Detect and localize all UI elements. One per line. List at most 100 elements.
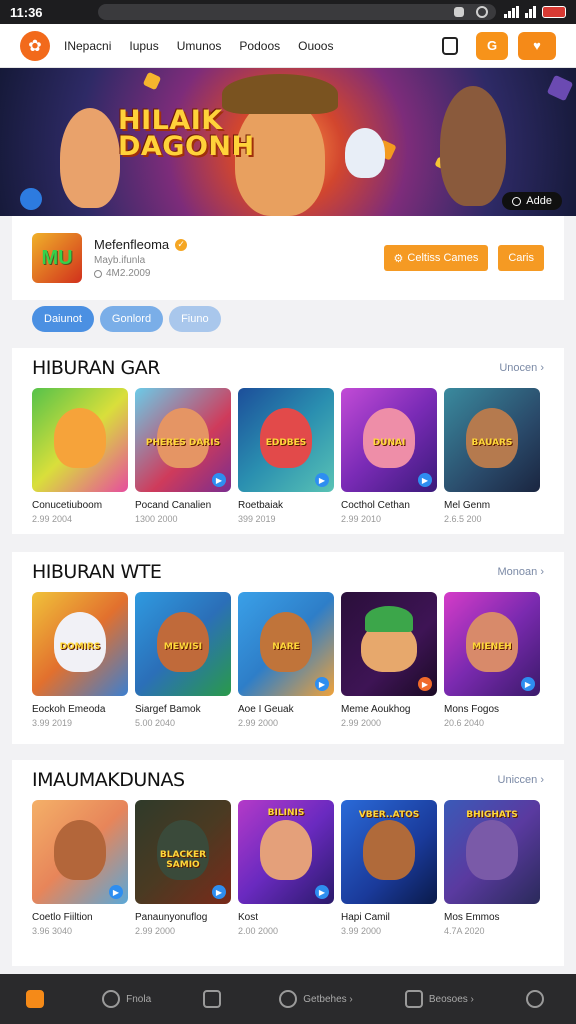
hero-badge-label: Adde xyxy=(526,195,552,207)
follow-games-button[interactable]: ⚙ Celtiss Cames xyxy=(383,245,489,271)
section-more-link[interactable]: Monoan › xyxy=(498,566,544,578)
game-title: Eockoh Emeoda xyxy=(32,704,106,715)
publisher-info: Mefenfleoma ✓ Mayb.ifunla 4M2.2009 xyxy=(94,237,374,279)
game-card[interactable]: DUNAI ▶ Cocthol Cethan 2.99 2010 xyxy=(341,388,437,524)
game-title: Coetlo Fiiltion xyxy=(32,912,93,923)
game-thumbnail xyxy=(32,388,128,492)
game-thumbnail: BILINIS ▶ xyxy=(238,800,334,904)
bottom-navigation: Fnola Getbehes › Beosoes › xyxy=(0,974,576,1024)
status-bar: 11:36 xyxy=(0,0,576,24)
game-thumbnail: DOMIRS xyxy=(32,592,128,696)
game-card-row: DOMIRS Eockoh Emeoda 3.99 2019 MEWISI Si… xyxy=(32,592,544,728)
game-card[interactable]: BAUARS Mel Genm 2.6.5 200 xyxy=(444,388,540,524)
app-logo[interactable]: ✿ xyxy=(20,30,50,61)
publisher-logo[interactable]: MU xyxy=(32,233,82,283)
nav-link-5[interactable]: Ouoos xyxy=(298,39,333,53)
wifi-icon xyxy=(525,6,536,18)
section-more-link[interactable]: Unocen › xyxy=(499,362,544,374)
thumbnail-caption: DOMIRS xyxy=(59,642,101,652)
nav-explore[interactable]: Getbehes › xyxy=(279,990,353,1008)
game-card[interactable]: NARE ▶ Aoe I Geuak 2.99 2000 xyxy=(238,592,334,728)
section-header: IMAUMAKDUNAS Uniccen › xyxy=(32,760,544,800)
nav-home[interactable] xyxy=(26,990,50,1008)
signal-icon xyxy=(504,6,519,18)
game-title: Conucetiuboom xyxy=(32,500,103,511)
game-card[interactable]: ▶ Coetlo Fiiltion 3.96 3040 xyxy=(32,800,128,936)
game-title: Mos Emmos xyxy=(444,912,500,923)
nav-link-2[interactable]: Iupus xyxy=(129,39,158,53)
thumbnail-caption: DUNAI xyxy=(372,438,406,448)
flower-icon: ✿ xyxy=(28,37,42,55)
publisher-subtitle: Mayb.ifunla xyxy=(94,255,146,266)
play-badge-icon: ▶ xyxy=(418,473,432,487)
mascot-figure xyxy=(260,820,312,880)
mascot-figure xyxy=(54,820,106,880)
game-title: Siargef Bamok xyxy=(135,704,201,715)
game-title: Kost xyxy=(238,912,259,923)
nav-profile[interactable] xyxy=(525,990,550,1008)
game-meta: 3.96 3040 xyxy=(32,926,73,936)
thumbnail-caption: PHERES DARIS xyxy=(145,438,221,448)
game-meta: 1300 2000 xyxy=(135,514,178,524)
game-section: IMAUMAKDUNAS Uniccen › ▶ Coetlo Fiiltion… xyxy=(12,760,564,966)
hero-badge[interactable]: Adde xyxy=(502,192,562,210)
game-title: Pocand Canalien xyxy=(135,500,212,511)
game-thumbnail: MIENEH ▶ xyxy=(444,592,540,696)
publisher-name: Mefenfleoma xyxy=(94,237,170,252)
nav-link-1[interactable]: INepacni xyxy=(64,39,111,53)
nav-explore-label: Getbehes › xyxy=(303,993,353,1005)
play-badge-icon: ▶ xyxy=(418,677,432,691)
game-card[interactable]: PHERES DARIS ▶ Pocand Canalien 1300 2000 xyxy=(135,388,231,524)
game-card[interactable]: BHIGHATS Mos Emmos 4.7A 2020 xyxy=(444,800,540,936)
game-card[interactable]: VBER..ATOS Hapi Camil 3.99 2000 xyxy=(341,800,437,936)
nav-link-3[interactable]: Umunos xyxy=(177,39,222,53)
game-card[interactable]: EDDBES ▶ Roetbaiak 399 2019 xyxy=(238,388,334,524)
tab-1[interactable]: Daiunot xyxy=(32,306,94,332)
game-card[interactable]: Conucetiuboom 2.99 2004 xyxy=(32,388,128,524)
game-card[interactable]: MIENEH ▶ Mons Fogos 20.6 2040 xyxy=(444,592,540,728)
mascot-hat xyxy=(365,606,413,632)
nav-search[interactable]: Fnola xyxy=(102,990,151,1008)
game-card[interactable]: BLACKER SAMIO ▶ Panaunyonuflog 2.99 2000 xyxy=(135,800,231,936)
nav-library[interactable]: Beosoes › xyxy=(404,990,474,1008)
reload-icon[interactable] xyxy=(476,6,488,18)
mascot-figure xyxy=(54,408,106,468)
game-meta: 2.00 2000 xyxy=(238,926,279,936)
hero-title: HILAIK DAGONH xyxy=(118,107,255,160)
hero-banner[interactable]: HILAIK DAGONH Adde xyxy=(0,68,576,216)
mascot-figure xyxy=(466,820,518,880)
nav-link-4[interactable]: Podoos xyxy=(239,39,280,53)
publisher-card: MU Mefenfleoma ✓ Mayb.ifunla 4M2.2009 ⚙ … xyxy=(12,216,564,300)
sparkle-shape xyxy=(546,74,574,102)
user-button[interactable]: G xyxy=(476,31,508,60)
search-icon xyxy=(102,990,121,1008)
bag-icon[interactable] xyxy=(442,36,458,55)
game-card[interactable]: DOMIRS Eockoh Emeoda 3.99 2019 xyxy=(32,592,128,728)
game-card[interactable]: BILINIS ▶ Kost 2.00 2000 xyxy=(238,800,334,936)
clock-icon xyxy=(94,269,102,278)
section-more-link[interactable]: Uniccen › xyxy=(498,774,544,786)
favorites-button[interactable]: ♥ xyxy=(518,31,556,60)
sparkle-shape xyxy=(16,184,46,214)
section-title: HIBURAN WTE xyxy=(32,561,162,583)
thumbnail-caption: BAUARS xyxy=(471,438,513,448)
game-card[interactable]: MEWISI Siargef Bamok 5.00 2040 xyxy=(135,592,231,728)
thumbnail-caption: MEWISI xyxy=(163,642,203,652)
nav-edit[interactable] xyxy=(203,990,227,1008)
game-title: Roetbaiak xyxy=(238,500,284,511)
game-meta: 2.6.5 200 xyxy=(444,514,482,524)
game-thumbnail: NARE ▶ xyxy=(238,592,334,696)
game-meta: 2.99 2010 xyxy=(341,514,382,524)
nav-actions: G ♥ xyxy=(442,31,556,60)
tab-2[interactable]: Gonlord xyxy=(99,306,164,332)
url-bar[interactable] xyxy=(98,4,496,20)
character-ghost xyxy=(345,128,385,178)
games-button[interactable]: Caris xyxy=(498,245,544,271)
play-badge-icon: ▶ xyxy=(109,885,123,899)
game-title: Panaunyonuflog xyxy=(135,912,208,923)
game-section: HIBURAN GAR Unocen › Conucetiuboom 2.99 … xyxy=(12,348,564,534)
home-icon xyxy=(26,990,45,1008)
game-card[interactable]: ▶ Meme Aoukhog 2.99 2000 xyxy=(341,592,437,728)
tab-3[interactable]: Fiuno xyxy=(169,306,221,332)
game-thumbnail: ▶ xyxy=(341,592,437,696)
